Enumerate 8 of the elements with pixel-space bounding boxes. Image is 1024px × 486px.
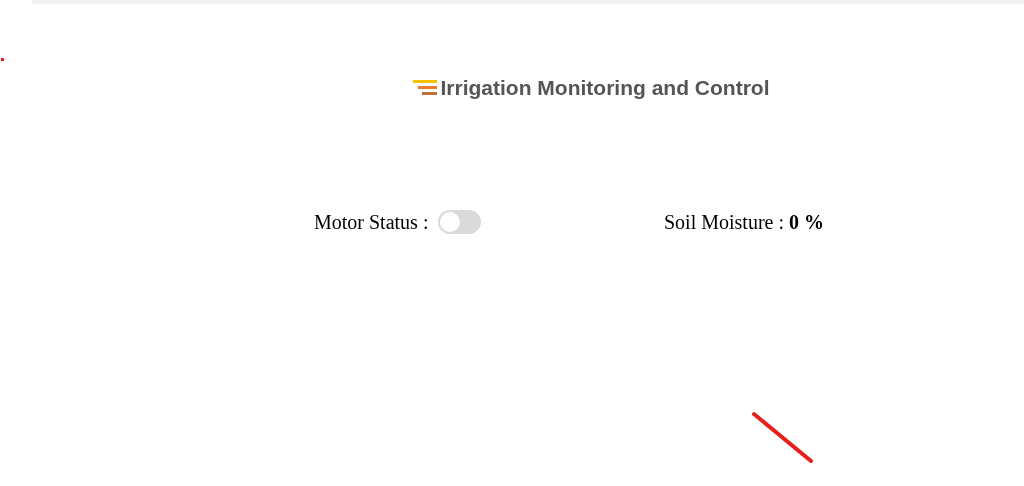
motor-status-label: Motor Status : [314,210,429,234]
stroke-mark [751,411,815,465]
page-title: Irrigation Monitoring and Control [440,76,770,100]
soil-moisture-label: Soil Moisture : [664,210,784,234]
soil-moisture-value: 0 % [789,210,824,234]
dot-mark [1,58,4,61]
motor-toggle[interactable] [438,210,482,234]
lines-icon [412,79,439,97]
